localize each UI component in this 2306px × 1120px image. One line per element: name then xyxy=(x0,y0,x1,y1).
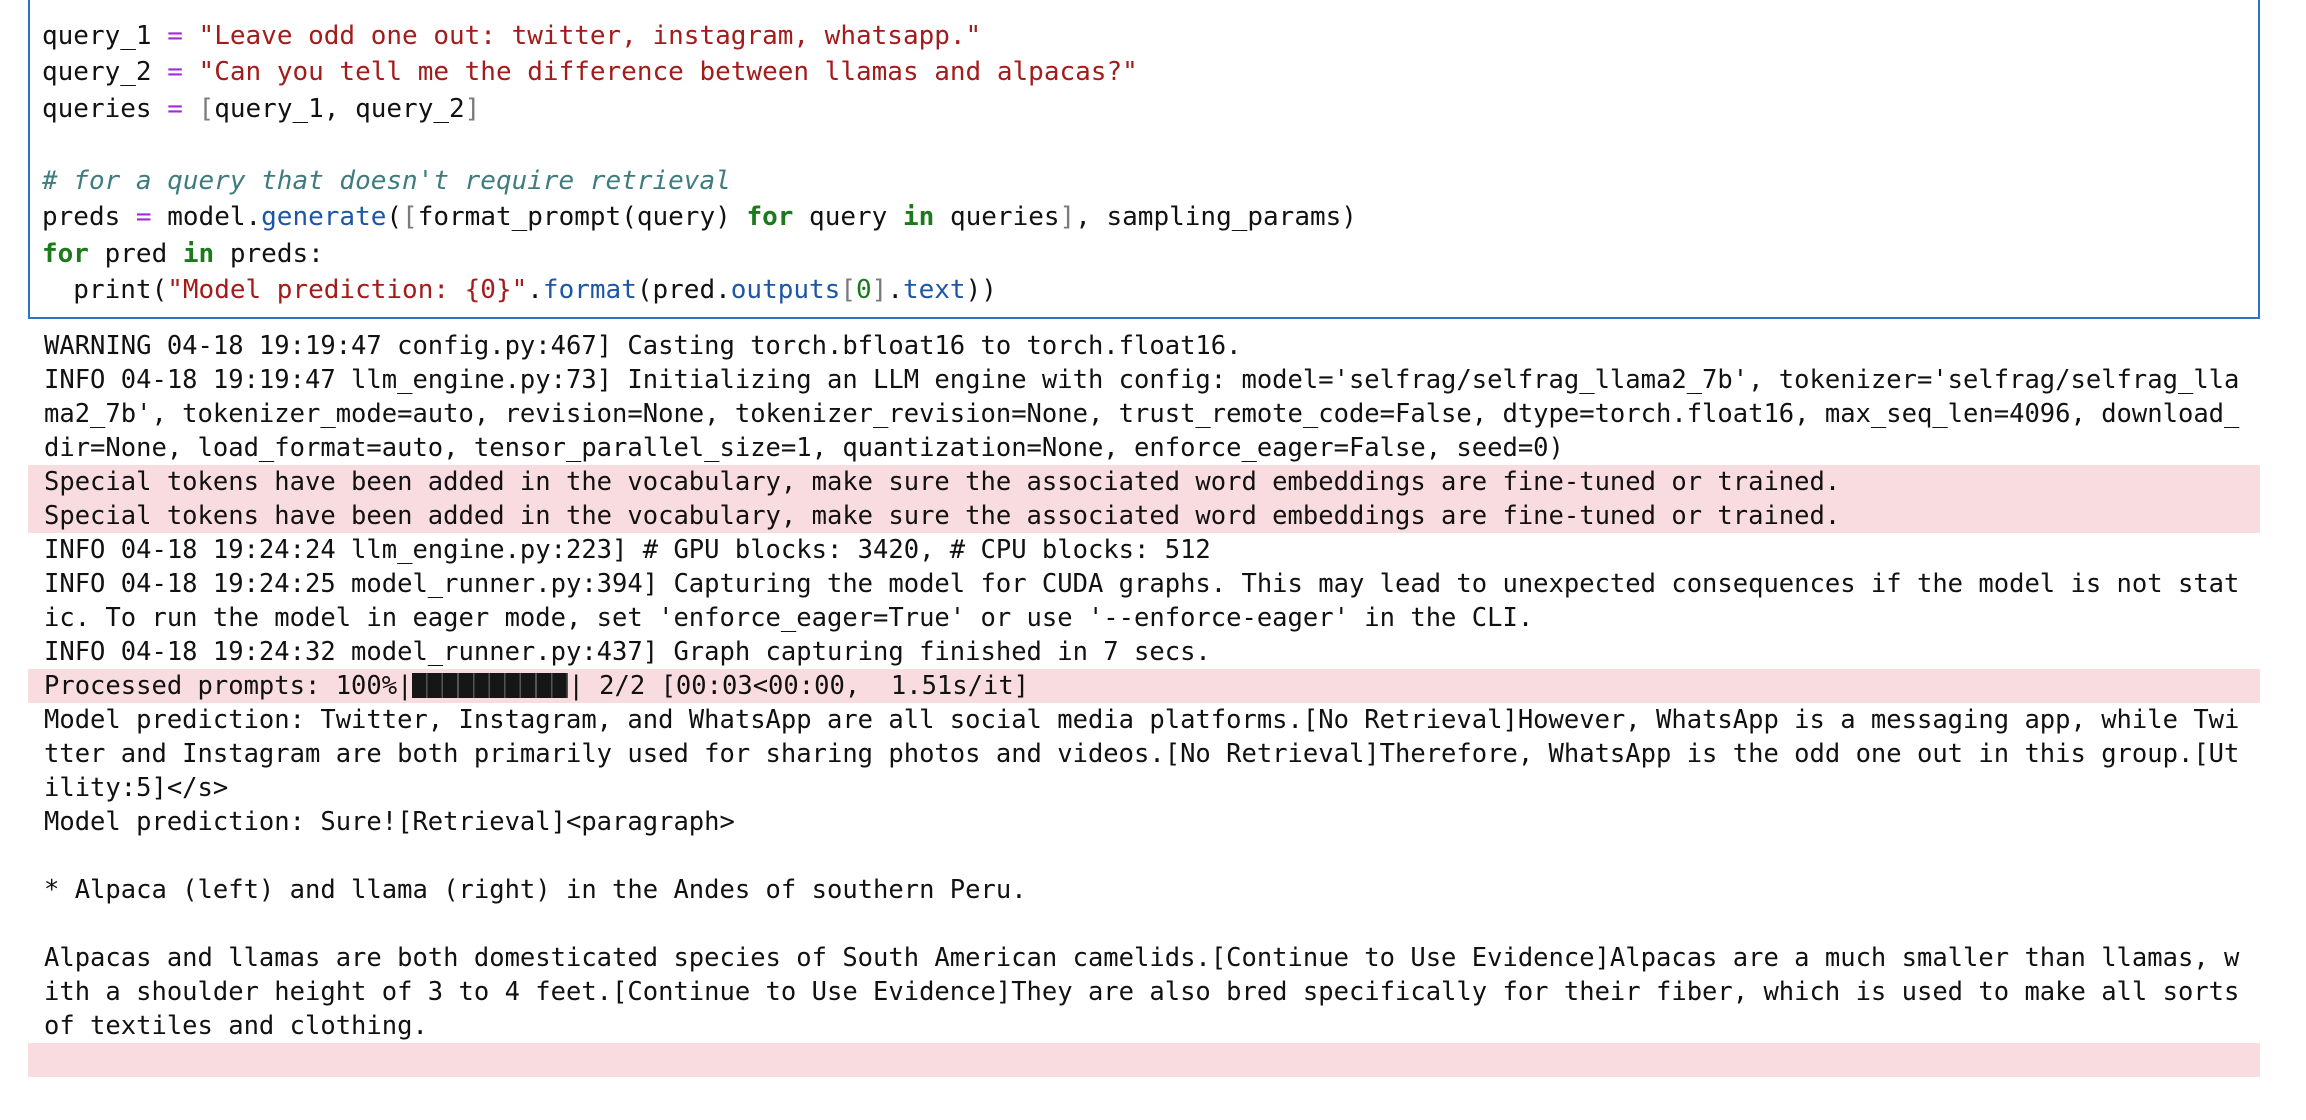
stdout-output: INFO 04-18 19:24:24 llm_engine.py:223] #… xyxy=(28,533,2260,669)
code-token: query_2 xyxy=(42,57,168,88)
code-token: query_1, query_2 xyxy=(214,93,465,124)
progress-line: Processed prompts: 100%| | 2/2 [00:03<00:… xyxy=(44,669,2252,703)
code-token: [ xyxy=(402,202,418,233)
output-line: Special tokens have been added in the vo… xyxy=(44,501,1841,531)
code-line: queries = [query_1, query_2] xyxy=(42,91,1357,127)
code-token: = xyxy=(135,202,152,233)
code-token: format xyxy=(542,275,637,306)
code-token: format_prompt(query) xyxy=(417,202,747,233)
code-token: in xyxy=(902,202,935,233)
stderr-output xyxy=(28,1043,2260,1077)
code-token: generate xyxy=(261,202,387,233)
stdout-output: WARNING 04-18 19:19:47 config.py:467] Ca… xyxy=(28,329,2260,465)
code-line: print("Model prediction: {0}".format(pre… xyxy=(42,272,1357,308)
code-token: = xyxy=(167,57,183,88)
code-token: print( xyxy=(42,275,168,306)
code-token: "Can you tell me the difference between … xyxy=(198,57,1138,88)
code-token: query xyxy=(793,202,903,233)
code-token: 0 xyxy=(856,275,872,306)
progress-prefix: Processed prompts: 100%| xyxy=(44,671,413,701)
output-line: WARNING 04-18 19:19:47 config.py:467] Ca… xyxy=(44,331,1242,361)
output-line: Model prediction: Sure![Retrieval]<parag… xyxy=(44,807,735,837)
code-editor[interactable]: query_1 = "Leave odd one out: twitter, i… xyxy=(42,18,1357,308)
code-token: preds xyxy=(42,202,136,233)
code-token: outputs xyxy=(730,275,841,306)
code-token: "Leave odd one out: twitter, instagram, … xyxy=(198,21,982,51)
code-token: [ xyxy=(840,275,856,306)
output-line: INFO 04-18 19:24:25 model_runner.py:394]… xyxy=(44,569,2240,633)
output-line: Special tokens have been added in the vo… xyxy=(44,467,1841,497)
code-token: text xyxy=(902,275,966,306)
output-line: INFO 04-18 19:24:32 model_runner.py:437]… xyxy=(44,637,1211,667)
stderr-output: Processed prompts: 100%| | 2/2 [00:03<00:… xyxy=(28,669,2260,703)
code-token: for xyxy=(746,202,794,233)
stderr-output: Special tokens have been added in the vo… xyxy=(28,465,2260,533)
code-token: "Model prediction: {0}" xyxy=(167,275,528,306)
code-line: for pred in preds: xyxy=(42,236,1357,272)
cell-output: WARNING 04-18 19:19:47 config.py:467] Ca… xyxy=(28,329,2260,1077)
code-token: )) xyxy=(965,275,997,306)
code-token: , sampling_params) xyxy=(1075,202,1357,233)
code-cell[interactable]: query_1 = "Leave odd one out: twitter, i… xyxy=(28,0,2260,319)
progress-suffix: | 2/2 [00:03<00:00, 1.51s/it] xyxy=(568,671,1030,701)
code-token: = xyxy=(167,93,183,124)
code-line: query_2 = "Can you tell me the differenc… xyxy=(42,54,1357,90)
code-token: for xyxy=(42,238,89,269)
output-line: Alpacas and llamas are both domesticated… xyxy=(44,943,2255,1041)
code-line: # for a query that doesn't require retri… xyxy=(42,163,1357,199)
stdout-output: Model prediction: Twitter, Instagram, an… xyxy=(28,703,2260,1043)
code-token: ] xyxy=(1059,202,1076,233)
code-token: ( xyxy=(386,202,403,233)
code-token: model. xyxy=(151,202,262,233)
notebook: query_1 = "Leave odd one out: twitter, i… xyxy=(0,0,2306,1120)
code-line: preds = model.generate([format_prompt(qu… xyxy=(42,199,1357,235)
output-line: INFO 04-18 19:19:47 llm_engine.py:73] In… xyxy=(44,365,2240,463)
progress-bar xyxy=(412,673,569,698)
code-token: . xyxy=(887,275,903,306)
code-token: pred xyxy=(88,238,183,269)
code-token: queries xyxy=(934,202,1060,233)
code-token: [ xyxy=(198,93,215,124)
code-token: . xyxy=(527,275,543,306)
code-token: in xyxy=(182,238,215,269)
code-token: queries xyxy=(42,93,168,124)
code-token: query_1 xyxy=(42,21,168,51)
code-token: preds: xyxy=(214,238,324,269)
code-token: (pred. xyxy=(636,275,731,306)
code-token: = xyxy=(167,21,183,51)
output-line: INFO 04-18 19:24:24 llm_engine.py:223] #… xyxy=(44,535,1211,565)
output-line: * Alpaca (left) and llama (right) in the… xyxy=(44,875,1027,905)
code-token: ] xyxy=(871,275,888,306)
code-token: ] xyxy=(464,93,481,124)
code-line: query_1 = "Leave odd one out: twitter, i… xyxy=(42,18,1357,54)
code-token: # for a query that doesn't require retri… xyxy=(42,166,731,197)
output-line: Model prediction: Twitter, Instagram, an… xyxy=(44,705,2240,803)
